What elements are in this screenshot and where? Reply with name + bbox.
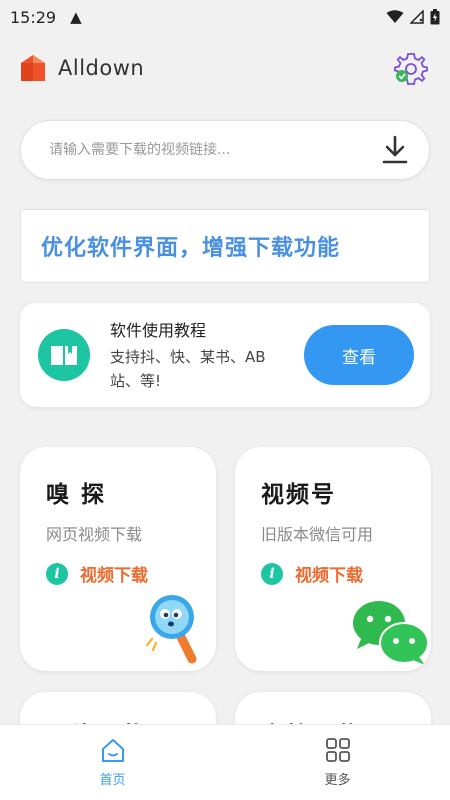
info-icon: i — [261, 562, 283, 585]
card-title: 嗅 探 — [46, 482, 107, 508]
card-subtitle: 旧版本微信可用 — [261, 525, 374, 544]
view-tutorial-button[interactable]: 查看 — [304, 325, 414, 385]
sniff-card[interactable]: 嗅 探 网页视频下载 i 视频下载 — [20, 447, 216, 671]
app-header: Alldown — [20, 50, 430, 86]
home-icon — [101, 739, 124, 762]
card-title: 视频号 — [261, 482, 336, 508]
tutorial-title: 软件使用教程 — [110, 321, 207, 340]
battery-icon — [430, 9, 440, 25]
card-subtitle: 网页视频下载 — [46, 525, 143, 544]
card-action[interactable]: i 视频下载 — [46, 561, 216, 586]
banner-text: 优化软件界面，增强下载功能 — [41, 236, 341, 261]
bottom-navigation: 首页 更多 — [0, 724, 450, 800]
nav-home[interactable]: 首页 — [0, 725, 225, 800]
download-icon — [382, 135, 408, 164]
nav-home-label: 首页 — [99, 773, 126, 788]
tutorial-text: 软件使用教程 支持抖、快、某书、AB站、等! — [110, 317, 290, 393]
download-button[interactable] — [377, 132, 413, 168]
nav-more-label: 更多 — [324, 773, 351, 788]
card-action[interactable]: i 视频下载 — [261, 561, 431, 586]
link-search-box — [20, 120, 430, 180]
signal-icon — [410, 10, 424, 24]
announcement-banner: 优化软件界面，增强下载功能 — [20, 209, 430, 283]
card-action-label: 视频下载 — [80, 566, 148, 586]
book-icon — [38, 329, 90, 381]
warning-icon: ▲ — [70, 8, 82, 26]
wifi-icon — [386, 10, 404, 23]
video-channel-card[interactable]: 视频号 旧版本微信可用 i 视频下载 — [235, 447, 431, 671]
card-action-label: 视频下载 — [295, 566, 363, 586]
tutorial-card: 软件使用教程 支持抖、快、某书、AB站、等! 查看 — [20, 303, 430, 407]
tutorial-description: 支持抖、快、某书、AB站、等! — [110, 348, 266, 390]
alldown-logo-icon — [21, 55, 45, 81]
status-time: 15:29 — [10, 7, 57, 27]
nav-more[interactable]: 更多 — [225, 725, 450, 800]
status-bar: 15:29 ▲ — [0, 0, 450, 34]
info-icon: i — [46, 562, 68, 585]
status-icons — [386, 9, 440, 25]
settings-button[interactable] — [392, 49, 430, 87]
video-link-input[interactable] — [49, 142, 377, 158]
app-title: Alldown — [58, 56, 145, 80]
gear-icon — [394, 53, 428, 85]
magnifier-mascot-icon — [146, 595, 197, 664]
wechat-icon — [353, 601, 429, 665]
grid-icon — [325, 738, 350, 762]
